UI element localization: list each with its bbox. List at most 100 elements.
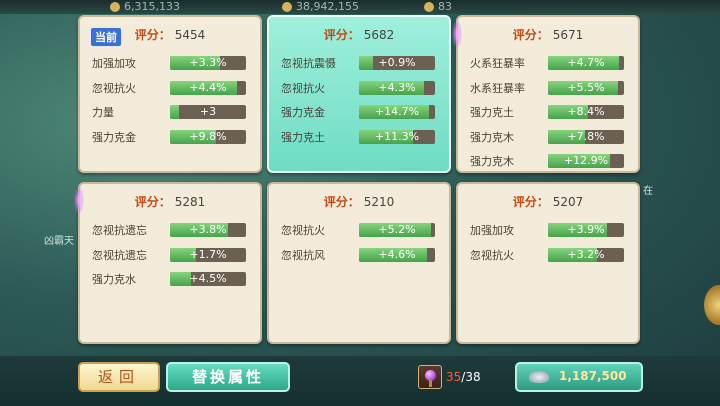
score-value: 5207 bbox=[552, 195, 584, 209]
attribute-row: 强力克土 +8.4% bbox=[458, 100, 638, 125]
attribute-card-5[interactable]: 评分： 5210 忽视抗火 +5.2% 忽视抗风 +4.6% bbox=[267, 182, 451, 344]
attribute-bar: +4.7% bbox=[548, 56, 624, 70]
score-label: 评分 bbox=[323, 195, 348, 209]
card-header: 评分： 5207 bbox=[458, 184, 638, 218]
sparkle-effect bbox=[74, 186, 84, 214]
attribute-name: 水系狂暴率 bbox=[470, 81, 525, 95]
card-header: 评分： 5671 bbox=[458, 17, 638, 51]
card-score: 评分： 5281 bbox=[80, 193, 260, 210]
purple-gem-icon[interactable] bbox=[418, 365, 442, 389]
attribute-value: +4.5% bbox=[189, 272, 227, 285]
top-status-bar: 6,315,133 38,942,155 83 bbox=[0, 0, 720, 14]
attribute-bar: +3 bbox=[170, 105, 246, 119]
attribute-row: 加强加攻 +3.9% bbox=[458, 218, 638, 243]
attribute-row: 水系狂暴率 +5.5% bbox=[458, 76, 638, 101]
attribute-name: 强力克木 bbox=[470, 130, 514, 144]
item-count-current: 35 bbox=[446, 370, 462, 384]
attribute-value: +0.9% bbox=[378, 56, 416, 69]
currency-display[interactable]: 1,187,500 bbox=[515, 362, 643, 392]
score-label: 评分 bbox=[512, 195, 537, 209]
attribute-card-2[interactable]: 评分： 5682 忽视抗震慑 +0.9% 忽视抗火 +4.3% 强力克金 +14.… bbox=[267, 15, 451, 173]
attribute-bar: +4.6% bbox=[359, 247, 435, 262]
attribute-value: +4.7% bbox=[567, 56, 605, 69]
attribute-name: 加强加攻 bbox=[92, 57, 136, 70]
attribute-bar: +9.8% bbox=[170, 129, 246, 144]
attribute-bar: +4.3% bbox=[359, 80, 435, 95]
attribute-bar: +1.7% bbox=[170, 247, 246, 262]
attribute-name: 忽视抗火 bbox=[281, 81, 325, 95]
top-value-2: 38,942,155 bbox=[296, 0, 359, 13]
score-label: 评分 bbox=[134, 28, 159, 42]
attribute-value: +12.9% bbox=[563, 154, 609, 167]
attribute-value: +4.6% bbox=[378, 247, 416, 261]
top-value-1: 6,315,133 bbox=[124, 0, 180, 13]
attribute-card-6[interactable]: 评分： 5207 加强加攻 +3.9% 忽视抗火 +3.2% bbox=[456, 182, 640, 344]
attribute-row: 强力克木 +7.8% bbox=[458, 125, 638, 150]
attribute-value: +11.3% bbox=[374, 129, 420, 143]
attribute-value: +3.9% bbox=[567, 223, 605, 236]
coin-icon bbox=[110, 2, 120, 12]
attribute-bar: +8.4% bbox=[548, 105, 624, 119]
attribute-bar: +12.9% bbox=[548, 154, 624, 168]
attribute-value: +3 bbox=[199, 105, 217, 118]
attribute-bar: +0.9% bbox=[359, 56, 435, 70]
card-score: 评分： 5671 bbox=[458, 26, 638, 43]
attribute-value: +14.7% bbox=[374, 105, 420, 118]
attribute-row: 强力克土 +11.3% bbox=[269, 125, 449, 150]
attribute-value: +4.4% bbox=[189, 80, 227, 94]
attribute-row: 忽视抗火 +4.3% bbox=[269, 76, 449, 101]
attribute-bar: +5.2% bbox=[359, 223, 435, 237]
attribute-card-1[interactable]: 当前 评分： 5454 加强加攻 +3.3% 忽视抗火 +4.4% 力量 +3 强… bbox=[78, 15, 262, 173]
item-count: 35/38 bbox=[446, 370, 481, 384]
replace-attributes-button[interactable]: 替换属性 bbox=[166, 362, 290, 392]
attribute-card-3[interactable]: 评分： 5671 火系狂暴率 +4.7% 水系狂暴率 +5.5% 强力克土 +8.… bbox=[456, 15, 640, 173]
attribute-row: 忽视抗遗忘 +3.8% bbox=[80, 218, 260, 243]
attribute-bar: +4.4% bbox=[170, 80, 246, 95]
attribute-value: +7.8% bbox=[567, 129, 605, 143]
attribute-value: +3.3% bbox=[189, 56, 227, 69]
card-score: 评分： 5207 bbox=[458, 193, 638, 210]
attribute-row: 忽视抗震慑 +0.9% bbox=[269, 51, 449, 76]
silver-ingot-icon bbox=[529, 371, 549, 383]
attribute-value: +3.2% bbox=[567, 247, 605, 261]
attribute-bar: +3.2% bbox=[548, 247, 624, 262]
attribute-row: 力量 +3 bbox=[80, 100, 260, 125]
attribute-row: 强力克木 +12.9% bbox=[458, 149, 638, 174]
attribute-value: +9.8% bbox=[189, 129, 227, 143]
attribute-row: 强力克金 +14.7% bbox=[269, 100, 449, 125]
attribute-name: 忽视抗风 bbox=[281, 248, 325, 262]
side-menu-icon[interactable] bbox=[704, 285, 720, 325]
attribute-bar: +11.3% bbox=[359, 129, 435, 144]
score-colon: ： bbox=[158, 195, 171, 209]
attribute-value: +4.3% bbox=[378, 80, 416, 94]
attribute-card-4[interactable]: 评分： 5281 忽视抗遗忘 +3.8% 忽视抗遗忘 +1.7% 强力克水 +4.… bbox=[78, 182, 262, 344]
attribute-name: 忽视抗震慑 bbox=[281, 57, 336, 70]
attribute-bar: +4.5% bbox=[170, 272, 246, 286]
attribute-name: 忽视抗火 bbox=[92, 81, 136, 95]
coin-icon bbox=[424, 2, 434, 12]
score-value: 5682 bbox=[363, 28, 395, 42]
attribute-name: 忽视抗遗忘 bbox=[92, 224, 147, 237]
coin-icon bbox=[282, 2, 292, 12]
score-label: 评分 bbox=[134, 195, 159, 209]
background-text: 凶霸天 bbox=[44, 236, 74, 247]
attribute-row: 忽视抗遗忘 +1.7% bbox=[80, 243, 260, 268]
score-value: 5454 bbox=[174, 28, 206, 42]
attribute-name: 忽视抗火 bbox=[281, 224, 325, 237]
attribute-name: 火系狂暴率 bbox=[470, 57, 525, 70]
attribute-name: 强力克木 bbox=[470, 155, 514, 168]
attribute-row: 忽视抗风 +4.6% bbox=[269, 243, 449, 268]
top-value-3: 83 bbox=[438, 0, 452, 13]
sparkle-effect bbox=[452, 20, 462, 48]
score-value: 5281 bbox=[174, 195, 206, 209]
card-header: 评分： 5682 bbox=[269, 17, 449, 51]
score-colon: ： bbox=[347, 28, 360, 42]
attribute-bar: +5.5% bbox=[548, 80, 624, 95]
return-button[interactable]: 返回 bbox=[78, 362, 160, 392]
score-colon: ： bbox=[347, 195, 360, 209]
card-header: 评分： 5281 bbox=[80, 184, 260, 218]
score-value: 5671 bbox=[552, 28, 584, 42]
attribute-name: 强力克金 bbox=[92, 130, 136, 144]
attribute-row: 强力克水 +4.5% bbox=[80, 267, 260, 292]
attribute-bar: +3.8% bbox=[170, 223, 246, 237]
